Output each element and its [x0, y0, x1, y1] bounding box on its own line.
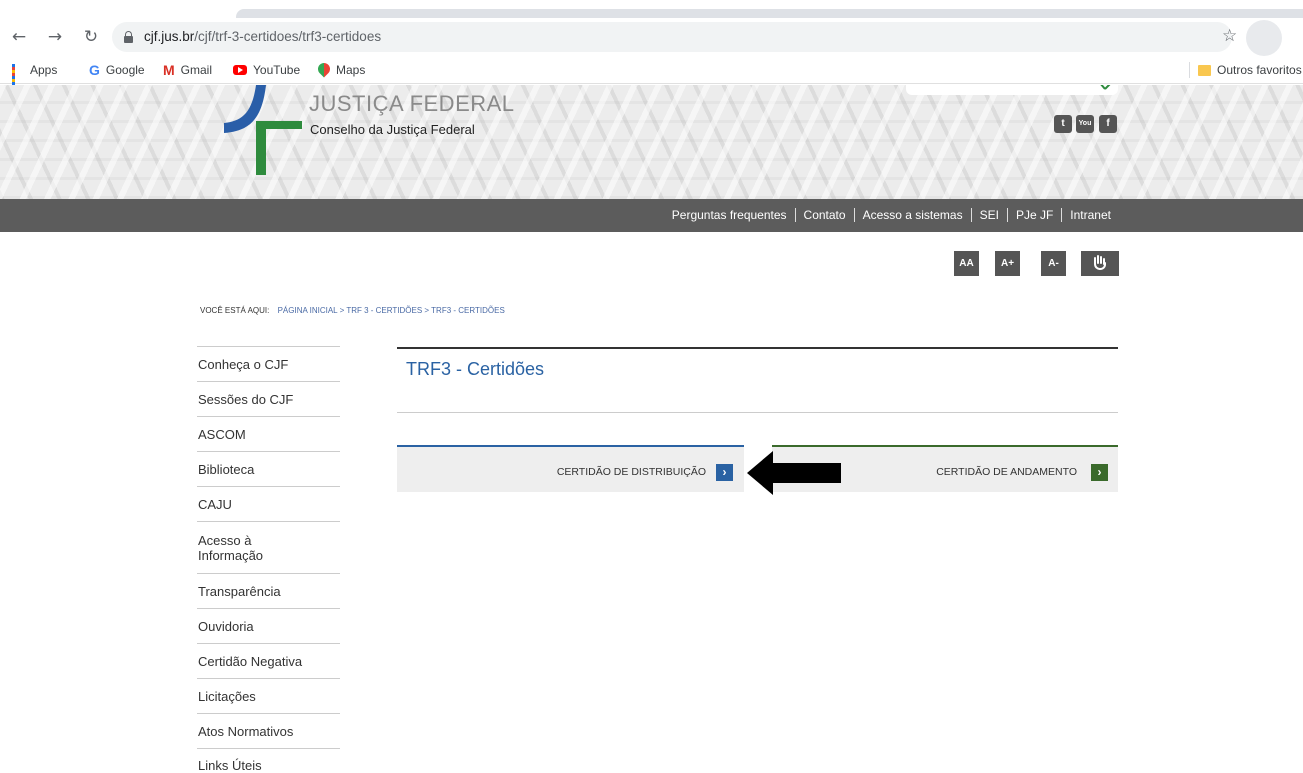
- arrow-left-icon: [747, 451, 841, 495]
- side-menu: Conheça o CJF Sessões do CJF ASCOM Bibli…: [197, 346, 340, 773]
- nav-link-pje[interactable]: PJe JF: [1006, 208, 1061, 222]
- top-nav-bar: Perguntas frequentes Contato Acesso a si…: [0, 199, 1303, 232]
- apps-icon: [12, 64, 24, 91]
- font-increase-button[interactable]: A+: [995, 251, 1020, 276]
- url-path: /cjf/trf-3-certidoes/trf3-certidoes: [194, 29, 382, 44]
- sign-language-icon: [1094, 255, 1106, 270]
- breadcrumb-separator: >: [339, 306, 345, 315]
- bookmark-youtube[interactable]: YouTube: [233, 61, 300, 79]
- bookmark-label: YouTube: [253, 63, 301, 77]
- title-divider: [397, 412, 1118, 413]
- chevron-right-icon: ›: [1091, 464, 1108, 481]
- side-menu-item[interactable]: Conheça o CJF: [197, 346, 340, 381]
- nav-link-intranet[interactable]: Intranet: [1061, 208, 1119, 222]
- cjf-logo-icon[interactable]: [212, 85, 302, 175]
- side-menu-item[interactable]: Transparência: [197, 573, 340, 608]
- font-decrease-button[interactable]: A-: [1041, 251, 1066, 276]
- side-menu-item[interactable]: Biblioteca: [197, 451, 340, 486]
- breadcrumb-separator: >: [424, 306, 430, 315]
- side-menu-item[interactable]: Acesso à Informação: [197, 521, 340, 573]
- address-bar[interactable]: cjf.jus.br/cjf/trf-3-certidoes/trf3-cert…: [112, 22, 1232, 52]
- bookmark-label: Outros favoritos: [1217, 63, 1302, 77]
- content-top-rule: [397, 347, 1118, 349]
- google-icon: G: [89, 62, 100, 78]
- tab-label: CERTIDÃO DE DISTRIBUIÇÃO: [556, 466, 706, 478]
- page-title: TRF3 - Certidões: [406, 359, 545, 379]
- nav-link-contact[interactable]: Contato: [794, 208, 854, 222]
- bookmark-label: Apps: [30, 63, 58, 77]
- breadcrumb-home[interactable]: PÁGINA INICIAL: [278, 306, 338, 315]
- side-menu-item[interactable]: CAJU: [197, 486, 340, 521]
- gmail-icon: M: [163, 62, 175, 78]
- chevron-right-icon: ›: [716, 464, 733, 481]
- tab-label: CERTIDÃO DE ANDAMENTO: [936, 466, 1077, 478]
- nav-link-faq[interactable]: Perguntas frequentes: [664, 208, 795, 222]
- bookmark-google[interactable]: G Google: [89, 61, 145, 79]
- browser-toolbar: ← → ↻ cjf.jus.br/cjf/trf-3-certidoes/trf…: [0, 18, 1303, 56]
- avatar[interactable]: [1246, 20, 1282, 56]
- side-menu-item[interactable]: Atos Normativos: [197, 713, 340, 748]
- tab-certidao-distribuicao[interactable]: CERTIDÃO DE DISTRIBUIÇÃO ›: [397, 445, 744, 492]
- youtube-icon[interactable]: You: [1076, 115, 1094, 133]
- breadcrumb: VOCÊ ESTÁ AQUI: PÁGINA INICIAL > TRF 3 -…: [200, 306, 505, 315]
- bookmark-apps[interactable]: Apps: [12, 61, 58, 91]
- side-menu-item[interactable]: Sessões do CJF: [197, 381, 340, 416]
- bookmark-label: Maps: [336, 63, 366, 77]
- brand-subtitle: Conselho da Justiça Federal: [310, 122, 475, 137]
- bookmark-star-icon[interactable]: ☆: [1222, 26, 1237, 46]
- browser-tab-strip: [0, 0, 1303, 18]
- lock-icon: [124, 31, 133, 43]
- bookmark-label: Google: [105, 63, 145, 77]
- url-host: cjf.jus.br: [144, 29, 195, 44]
- side-menu-item[interactable]: Links Úteis: [197, 748, 340, 773]
- back-icon[interactable]: ←: [8, 26, 30, 48]
- search-input[interactable]: [906, 85, 1118, 95]
- maps-icon: [318, 63, 330, 77]
- bookmark-label: Gmail: [180, 63, 213, 77]
- other-bookmarks-folder[interactable]: Outros favoritos: [1198, 61, 1302, 79]
- side-menu-item[interactable]: Certidão Negativa: [197, 643, 340, 678]
- twitter-icon[interactable]: t: [1054, 115, 1072, 133]
- side-menu-label: Acesso à Informação: [198, 533, 264, 563]
- bookmark-gmail[interactable]: M Gmail: [163, 61, 212, 79]
- bookmark-maps[interactable]: Maps: [318, 61, 365, 79]
- bookmarks-bar: Apps G Google M Gmail YouTube Maps Outros …: [0, 56, 1303, 91]
- contrast-button[interactable]: AA: [954, 251, 979, 276]
- side-menu-item[interactable]: Licitações: [197, 678, 340, 713]
- site-header: JUSTIÇA FEDERAL Conselho da Justiça Fede…: [0, 85, 1303, 199]
- sign-language-button[interactable]: [1081, 251, 1119, 276]
- reload-icon[interactable]: ↻: [80, 26, 102, 48]
- side-menu-item[interactable]: ASCOM: [197, 416, 340, 451]
- forward-icon[interactable]: →: [44, 26, 66, 48]
- nav-link-systems[interactable]: Acesso a sistemas: [853, 208, 971, 222]
- breadcrumb-lead: VOCÊ ESTÁ AQUI:: [200, 306, 270, 315]
- facebook-icon[interactable]: f: [1099, 115, 1117, 133]
- url-text[interactable]: cjf.jus.br/cjf/trf-3-certidoes/trf3-cert…: [144, 29, 381, 44]
- brand-title[interactable]: JUSTIÇA FEDERAL: [309, 91, 515, 117]
- breadcrumb-current: TRF3 - CERTIDÕES: [431, 306, 505, 315]
- youtube-icon: [233, 65, 247, 75]
- search-icon[interactable]: [1099, 85, 1111, 93]
- tab-bar: [236, 9, 1303, 18]
- bookmark-separator: [1189, 62, 1190, 78]
- nav-link-sei[interactable]: SEI: [970, 208, 1007, 222]
- folder-icon: [1198, 64, 1211, 76]
- side-menu-item[interactable]: Ouvidoria: [197, 608, 340, 643]
- breadcrumb-trf3-certidoes[interactable]: TRF 3 - CERTIDÕES: [346, 306, 422, 315]
